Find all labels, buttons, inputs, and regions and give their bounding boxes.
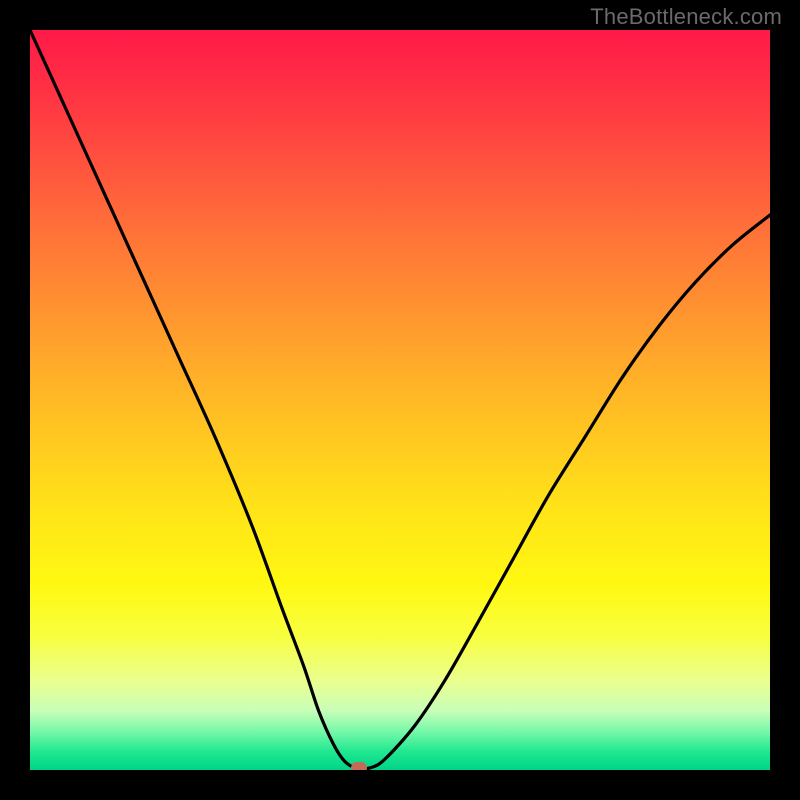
minimum-marker (351, 762, 367, 770)
curve-layer (30, 30, 770, 770)
bottleneck-curve (30, 30, 770, 769)
plot-area (30, 30, 770, 770)
watermark-text: TheBottleneck.com (590, 4, 782, 30)
